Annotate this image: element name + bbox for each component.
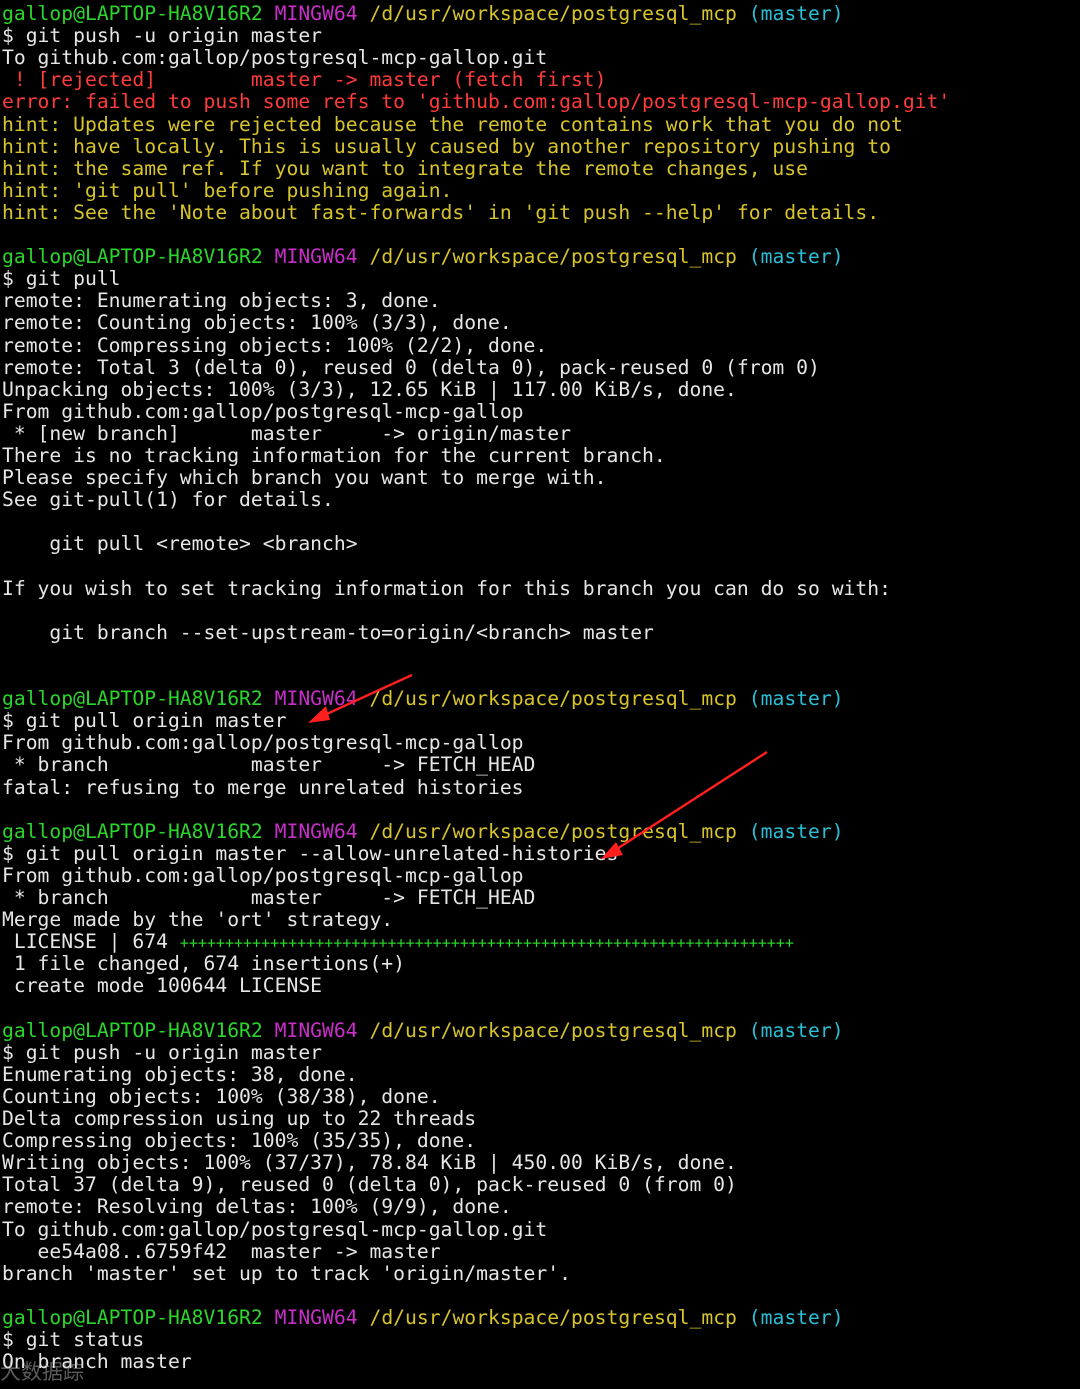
- output-line: 1 file changed, 674 insertions(+): [2, 952, 405, 976]
- output-line: create mode 100644 LICENSE: [2, 974, 323, 998]
- output-line: * branch master -> FETCH_HEAD: [2, 753, 536, 777]
- prompt-branch: (master): [748, 2, 844, 25]
- prompt-path: /d/usr/workspace/postgresql_mcp: [369, 687, 737, 711]
- output-line: To github.com:gallop/postgresql-mcp-gall…: [2, 1217, 548, 1241]
- output-line: remote: Resolving deltas: 100% (9/9), do…: [2, 1195, 512, 1219]
- output-line: Compressing objects: 100% (35/35), done.: [2, 1129, 477, 1153]
- output-line: Merge made by the 'ort' strategy.: [2, 908, 394, 932]
- output-line: hint: the same ref. If you want to integ…: [2, 156, 808, 180]
- terminal-window[interactable]: gallop@LAPTOP-HA8V16R2 MINGW64 /d/usr/wo…: [0, 0, 1080, 1389]
- prompt-path: /d/usr/workspace/postgresql_mcp: [369, 245, 737, 269]
- diffstat-line: LICENSE | 674 ++++++++++++++++++++++++++…: [2, 931, 794, 953]
- output-line: From github.com:gallop/postgresql-mcp-ga…: [2, 863, 524, 887]
- output-line: Enumerating objects: 38, done.: [2, 1062, 358, 1086]
- output-line: There is no tracking information for the…: [2, 444, 666, 467]
- output-line: fatal: refusing to merge unrelated histo…: [2, 775, 524, 799]
- output-line: * [new branch] master -> origin/master: [2, 421, 571, 445]
- prompt-line: gallop@LAPTOP-HA8V16R2 MINGW64 /d/usr/wo…: [2, 819, 844, 843]
- command-line: $ git pull: [2, 267, 121, 291]
- output-line: Please specify which branch you want to …: [2, 466, 607, 490]
- output-line: branch 'master' set up to track 'origin/…: [2, 1261, 571, 1285]
- prompt-shell: MINGW64: [274, 2, 358, 25]
- prompt-path: /d/usr/workspace/postgresql_mcp: [369, 1018, 737, 1042]
- output-line: remote: Total 3 (delta 0), reused 0 (del…: [2, 355, 820, 379]
- output-line: * branch master -> FETCH_HEAD: [2, 886, 536, 909]
- prompt-user: gallop@LAPTOP-HA8V16R2: [2, 1018, 263, 1042]
- output-line: Unpacking objects: 100% (3/3), 12.65 KiB…: [2, 377, 737, 401]
- output-line: error: failed to push some refs to 'gith…: [2, 90, 951, 114]
- prompt-user: gallop@LAPTOP-HA8V16R2: [2, 2, 263, 25]
- watermark-text: 大数据踪: [0, 1360, 84, 1384]
- output-line: remote: Counting objects: 100% (3/3), do…: [2, 311, 512, 335]
- prompt-branch: (master): [748, 819, 844, 843]
- output-line: Counting objects: 100% (38/38), done.: [2, 1084, 441, 1108]
- output-line: Writing objects: 100% (37/37), 78.84 KiB…: [2, 1151, 737, 1175]
- output-line: remote: Enumerating objects: 3, done.: [2, 289, 441, 313]
- command-line: $ git push -u origin master: [2, 24, 323, 48]
- prompt-line: gallop@LAPTOP-HA8V16R2 MINGW64 /d/usr/wo…: [2, 246, 844, 268]
- output-line: hint: have locally. This is usually caus…: [2, 134, 891, 158]
- output-line: Delta compression using up to 22 threads: [2, 1107, 477, 1130]
- prompt-shell: MINGW64: [274, 245, 358, 269]
- prompt-path: /d/usr/workspace/postgresql_mcp: [369, 2, 737, 25]
- output-line: From github.com:gallop/postgresql-mcp-ga…: [2, 731, 524, 755]
- prompt-path: /d/usr/workspace/postgresql_mcp: [369, 1305, 737, 1329]
- prompt-shell: MINGW64: [274, 1018, 358, 1042]
- prompt-branch: (master): [748, 245, 844, 269]
- output-line: Total 37 (delta 9), reused 0 (delta 0), …: [2, 1173, 737, 1197]
- prompt-line: gallop@LAPTOP-HA8V16R2 MINGW64 /d/usr/wo…: [2, 1018, 844, 1042]
- prompt-user: gallop@LAPTOP-HA8V16R2: [2, 1305, 263, 1329]
- prompt-branch: (master): [748, 687, 844, 711]
- output-line: ee54a08..6759f42 master -> master: [2, 1239, 441, 1263]
- output-line: To github.com:gallop/postgresql-mcp-gall…: [2, 46, 548, 70]
- output-line: hint: 'git pull' before pushing again.: [2, 178, 453, 202]
- prompt-shell: MINGW64: [274, 819, 358, 843]
- prompt-shell: MINGW64: [274, 687, 358, 711]
- output-line: If you wish to set tracking information …: [2, 576, 891, 600]
- output-line: From github.com:gallop/postgresql-mcp-ga…: [2, 399, 524, 423]
- output-line: git pull <remote> <branch>: [2, 532, 358, 556]
- prompt-branch: (master): [748, 1018, 844, 1042]
- command-line: $ git pull origin master: [2, 709, 287, 733]
- output-line: ! [rejected] master -> master (fetch fir…: [2, 69, 607, 91]
- diffstat-file: LICENSE | 674: [2, 930, 180, 954]
- prompt-line: gallop@LAPTOP-HA8V16R2 MINGW64 /d/usr/wo…: [2, 3, 844, 25]
- command-line: $ git push -u origin master: [2, 1040, 323, 1064]
- output-line: hint: See the 'Note about fast-forwards'…: [2, 200, 880, 224]
- command-line: $ git pull origin master --allow-unrelat…: [2, 841, 619, 865]
- prompt-user: gallop@LAPTOP-HA8V16R2: [2, 245, 263, 269]
- command-line: $ git status: [2, 1328, 145, 1351]
- prompt-branch: (master): [748, 1305, 844, 1329]
- prompt-line: gallop@LAPTOP-HA8V16R2 MINGW64 /d/usr/wo…: [2, 688, 844, 710]
- output-line: git branch --set-upstream-to=origin/<bra…: [2, 620, 654, 644]
- prompt-user: gallop@LAPTOP-HA8V16R2: [2, 687, 263, 711]
- prompt-path: /d/usr/workspace/postgresql_mcp: [369, 819, 737, 843]
- prompt-line: gallop@LAPTOP-HA8V16R2 MINGW64 /d/usr/wo…: [2, 1305, 844, 1329]
- prompt-user: gallop@LAPTOP-HA8V16R2: [2, 819, 263, 843]
- output-line: remote: Compressing objects: 100% (2/2),…: [2, 333, 548, 357]
- prompt-shell: MINGW64: [274, 1305, 358, 1329]
- output-line: See git-pull(1) for details.: [2, 488, 334, 512]
- output-line: hint: Updates were rejected because the …: [2, 112, 903, 136]
- diffstat-plus: ++++++++++++++++++++++++++++++++++++++++…: [179, 934, 794, 953]
- rejected-text: ! [rejected] master -> master (fetch fir…: [2, 68, 607, 92]
